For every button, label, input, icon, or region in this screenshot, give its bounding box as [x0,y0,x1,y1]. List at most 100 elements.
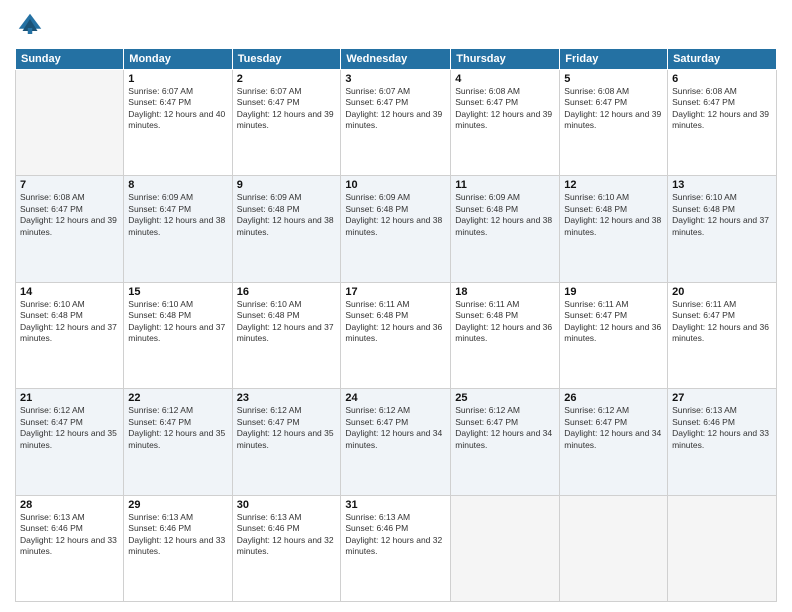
calendar-cell: 2Sunrise: 6:07 AMSunset: 6:47 PMDaylight… [232,70,341,176]
day-info: Sunrise: 6:09 AMSunset: 6:47 PMDaylight:… [128,192,227,238]
calendar-cell: 30Sunrise: 6:13 AMSunset: 6:46 PMDayligh… [232,495,341,601]
day-number: 19 [564,286,663,298]
calendar-cell: 31Sunrise: 6:13 AMSunset: 6:46 PMDayligh… [341,495,451,601]
day-number: 14 [20,286,119,298]
calendar-cell: 21Sunrise: 6:12 AMSunset: 6:47 PMDayligh… [16,389,124,495]
day-info: Sunrise: 6:11 AMSunset: 6:47 PMDaylight:… [672,299,772,345]
day-number: 29 [128,499,227,511]
day-number: 12 [564,179,663,191]
day-info: Sunrise: 6:10 AMSunset: 6:48 PMDaylight:… [564,192,663,238]
calendar-cell: 28Sunrise: 6:13 AMSunset: 6:46 PMDayligh… [16,495,124,601]
day-number: 30 [237,499,337,511]
day-info: Sunrise: 6:07 AMSunset: 6:47 PMDaylight:… [237,86,337,132]
day-number: 11 [455,179,555,191]
calendar-week-row: 21Sunrise: 6:12 AMSunset: 6:47 PMDayligh… [16,389,777,495]
page: SundayMondayTuesdayWednesdayThursdayFrid… [0,0,792,612]
day-number: 28 [20,499,119,511]
day-info: Sunrise: 6:12 AMSunset: 6:47 PMDaylight:… [237,405,337,451]
day-info: Sunrise: 6:12 AMSunset: 6:47 PMDaylight:… [455,405,555,451]
day-number: 23 [237,392,337,404]
day-info: Sunrise: 6:10 AMSunset: 6:48 PMDaylight:… [128,299,227,345]
calendar-cell: 22Sunrise: 6:12 AMSunset: 6:47 PMDayligh… [124,389,232,495]
calendar-cell [16,70,124,176]
day-info: Sunrise: 6:12 AMSunset: 6:47 PMDaylight:… [564,405,663,451]
calendar-cell: 7Sunrise: 6:08 AMSunset: 6:47 PMDaylight… [16,176,124,282]
day-info: Sunrise: 6:11 AMSunset: 6:47 PMDaylight:… [564,299,663,345]
day-info: Sunrise: 6:12 AMSunset: 6:47 PMDaylight:… [128,405,227,451]
calendar-cell: 16Sunrise: 6:10 AMSunset: 6:48 PMDayligh… [232,282,341,388]
day-info: Sunrise: 6:11 AMSunset: 6:48 PMDaylight:… [455,299,555,345]
calendar-header-friday: Friday [560,49,668,70]
day-info: Sunrise: 6:13 AMSunset: 6:46 PMDaylight:… [345,512,446,558]
day-info: Sunrise: 6:09 AMSunset: 6:48 PMDaylight:… [237,192,337,238]
day-info: Sunrise: 6:13 AMSunset: 6:46 PMDaylight:… [128,512,227,558]
day-number: 17 [345,286,446,298]
day-number: 18 [455,286,555,298]
day-number: 24 [345,392,446,404]
calendar-cell [668,495,777,601]
day-info: Sunrise: 6:09 AMSunset: 6:48 PMDaylight:… [455,192,555,238]
day-info: Sunrise: 6:11 AMSunset: 6:48 PMDaylight:… [345,299,446,345]
calendar-cell: 15Sunrise: 6:10 AMSunset: 6:48 PMDayligh… [124,282,232,388]
calendar-cell: 12Sunrise: 6:10 AMSunset: 6:48 PMDayligh… [560,176,668,282]
calendar-cell: 5Sunrise: 6:08 AMSunset: 6:47 PMDaylight… [560,70,668,176]
calendar-header-tuesday: Tuesday [232,49,341,70]
calendar-cell: 27Sunrise: 6:13 AMSunset: 6:46 PMDayligh… [668,389,777,495]
day-number: 31 [345,499,446,511]
day-number: 6 [672,73,772,85]
calendar-header-wednesday: Wednesday [341,49,451,70]
day-number: 20 [672,286,772,298]
day-info: Sunrise: 6:10 AMSunset: 6:48 PMDaylight:… [20,299,119,345]
calendar-week-row: 7Sunrise: 6:08 AMSunset: 6:47 PMDaylight… [16,176,777,282]
calendar-cell [560,495,668,601]
calendar-cell: 17Sunrise: 6:11 AMSunset: 6:48 PMDayligh… [341,282,451,388]
day-number: 16 [237,286,337,298]
day-number: 26 [564,392,663,404]
calendar-cell: 24Sunrise: 6:12 AMSunset: 6:47 PMDayligh… [341,389,451,495]
day-info: Sunrise: 6:08 AMSunset: 6:47 PMDaylight:… [20,192,119,238]
day-info: Sunrise: 6:13 AMSunset: 6:46 PMDaylight:… [672,405,772,451]
day-number: 8 [128,179,227,191]
calendar-header-saturday: Saturday [668,49,777,70]
calendar-cell: 4Sunrise: 6:08 AMSunset: 6:47 PMDaylight… [451,70,560,176]
day-number: 4 [455,73,555,85]
day-info: Sunrise: 6:10 AMSunset: 6:48 PMDaylight:… [672,192,772,238]
logo-icon [15,10,45,40]
calendar-cell: 10Sunrise: 6:09 AMSunset: 6:48 PMDayligh… [341,176,451,282]
calendar-cell: 20Sunrise: 6:11 AMSunset: 6:47 PMDayligh… [668,282,777,388]
calendar-cell [451,495,560,601]
day-number: 15 [128,286,227,298]
calendar-cell: 6Sunrise: 6:08 AMSunset: 6:47 PMDaylight… [668,70,777,176]
calendar-cell: 3Sunrise: 6:07 AMSunset: 6:47 PMDaylight… [341,70,451,176]
day-info: Sunrise: 6:12 AMSunset: 6:47 PMDaylight:… [345,405,446,451]
calendar-cell: 19Sunrise: 6:11 AMSunset: 6:47 PMDayligh… [560,282,668,388]
day-number: 13 [672,179,772,191]
calendar-header-thursday: Thursday [451,49,560,70]
day-info: Sunrise: 6:08 AMSunset: 6:47 PMDaylight:… [455,86,555,132]
day-info: Sunrise: 6:13 AMSunset: 6:46 PMDaylight:… [237,512,337,558]
calendar-cell: 26Sunrise: 6:12 AMSunset: 6:47 PMDayligh… [560,389,668,495]
day-number: 3 [345,73,446,85]
day-info: Sunrise: 6:08 AMSunset: 6:47 PMDaylight:… [564,86,663,132]
calendar-cell: 9Sunrise: 6:09 AMSunset: 6:48 PMDaylight… [232,176,341,282]
calendar-cell: 14Sunrise: 6:10 AMSunset: 6:48 PMDayligh… [16,282,124,388]
day-info: Sunrise: 6:10 AMSunset: 6:48 PMDaylight:… [237,299,337,345]
calendar-cell: 13Sunrise: 6:10 AMSunset: 6:48 PMDayligh… [668,176,777,282]
day-number: 9 [237,179,337,191]
day-number: 10 [345,179,446,191]
logo [15,10,49,40]
calendar: SundayMondayTuesdayWednesdayThursdayFrid… [15,48,777,602]
day-info: Sunrise: 6:07 AMSunset: 6:47 PMDaylight:… [345,86,446,132]
calendar-cell: 23Sunrise: 6:12 AMSunset: 6:47 PMDayligh… [232,389,341,495]
calendar-cell: 25Sunrise: 6:12 AMSunset: 6:47 PMDayligh… [451,389,560,495]
calendar-header-sunday: Sunday [16,49,124,70]
header [15,10,777,40]
day-number: 7 [20,179,119,191]
calendar-header-monday: Monday [124,49,232,70]
calendar-cell: 1Sunrise: 6:07 AMSunset: 6:47 PMDaylight… [124,70,232,176]
day-number: 2 [237,73,337,85]
calendar-cell: 18Sunrise: 6:11 AMSunset: 6:48 PMDayligh… [451,282,560,388]
calendar-cell: 29Sunrise: 6:13 AMSunset: 6:46 PMDayligh… [124,495,232,601]
day-info: Sunrise: 6:09 AMSunset: 6:48 PMDaylight:… [345,192,446,238]
calendar-week-row: 1Sunrise: 6:07 AMSunset: 6:47 PMDaylight… [16,70,777,176]
